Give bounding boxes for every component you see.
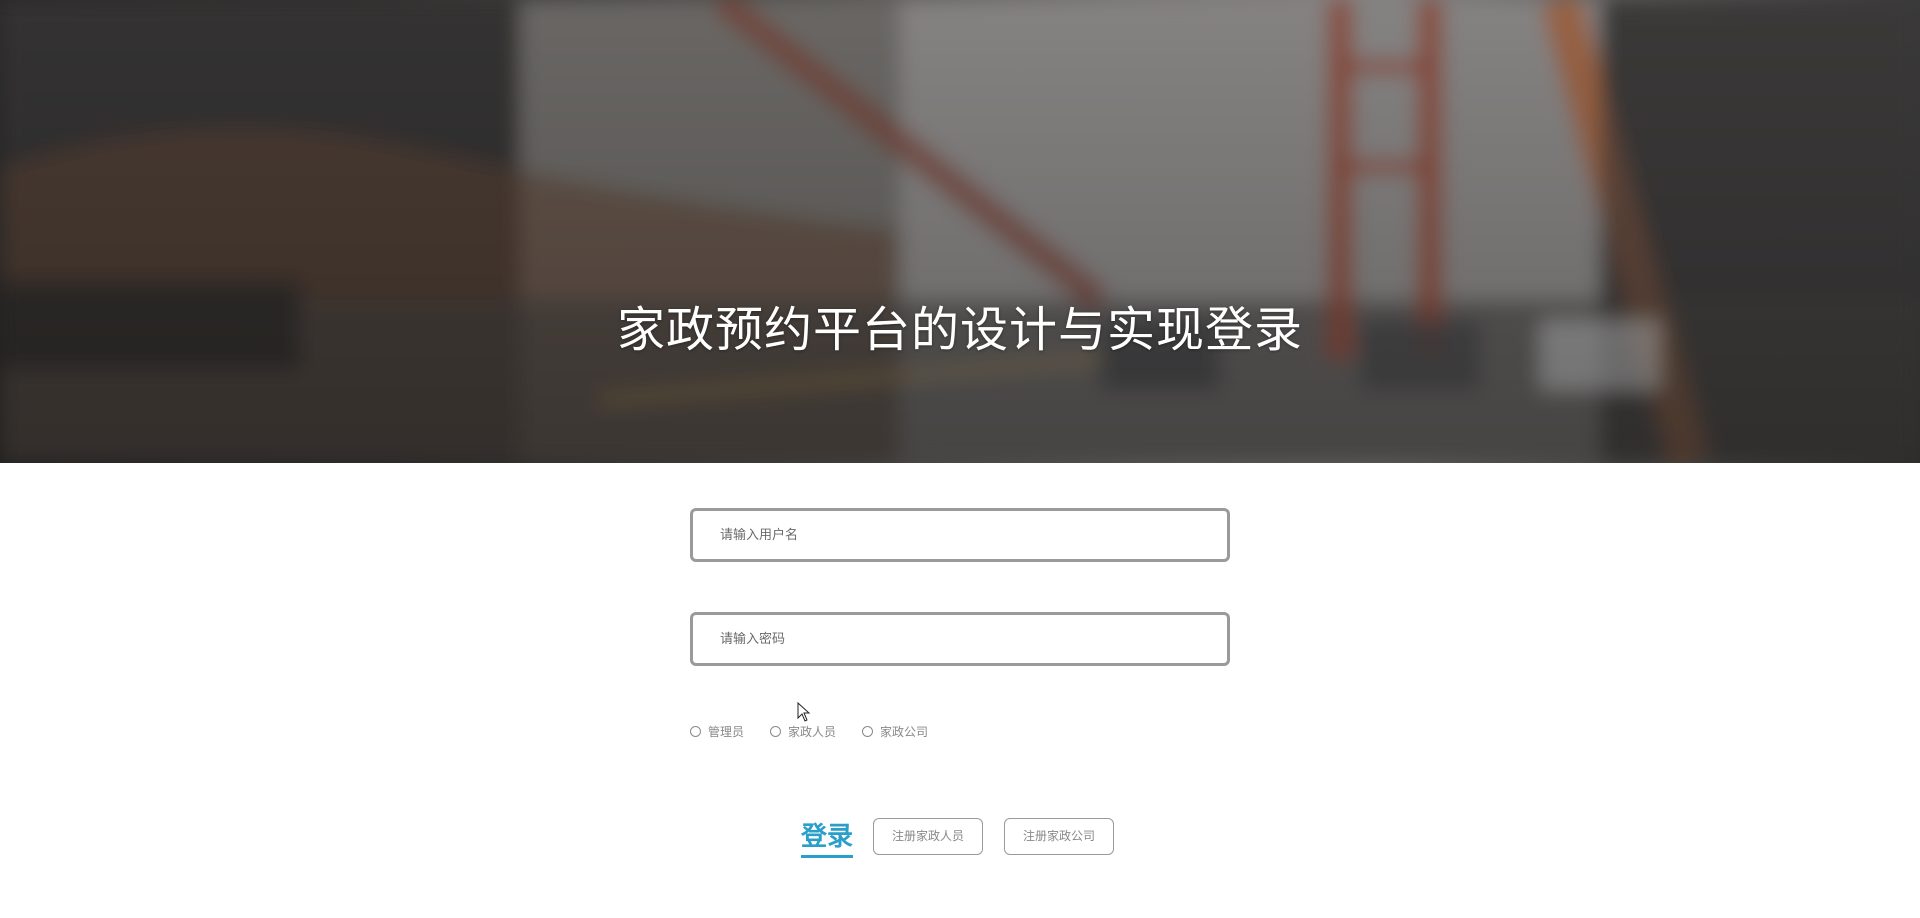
role-label: 家政公司 bbox=[880, 724, 929, 739]
mouse-cursor-icon bbox=[797, 702, 811, 722]
radio-icon[interactable] bbox=[770, 725, 782, 737]
role-option-company[interactable]: 家政公司 bbox=[862, 723, 928, 740]
register-staff-button[interactable]: 注册家政人员 bbox=[873, 818, 984, 855]
radio-icon[interactable] bbox=[690, 725, 701, 737]
role-label: 家政人员 bbox=[788, 724, 837, 739]
role-selector: 管理员 家政人员 家政公司 bbox=[690, 716, 954, 746]
role-label: 管理员 bbox=[708, 724, 745, 739]
password-input[interactable] bbox=[690, 612, 1230, 666]
login-button[interactable]: 登录 bbox=[801, 816, 854, 858]
role-option-admin[interactable]: 管理员 bbox=[690, 723, 744, 740]
background-photo bbox=[0, 0, 1920, 463]
hero-banner: 家政预约平台的设计与实现登录 bbox=[0, 0, 1920, 463]
username-input[interactable] bbox=[690, 508, 1230, 562]
role-option-staff[interactable]: 家政人员 bbox=[770, 723, 836, 740]
page-title: 家政预约平台的设计与实现登录 bbox=[616, 302, 1303, 358]
register-company-button[interactable]: 注册家政公司 bbox=[1004, 818, 1115, 855]
form-actions: 登录 注册家政人员 注册家政公司 bbox=[690, 810, 1230, 860]
radio-icon[interactable] bbox=[862, 725, 874, 737]
